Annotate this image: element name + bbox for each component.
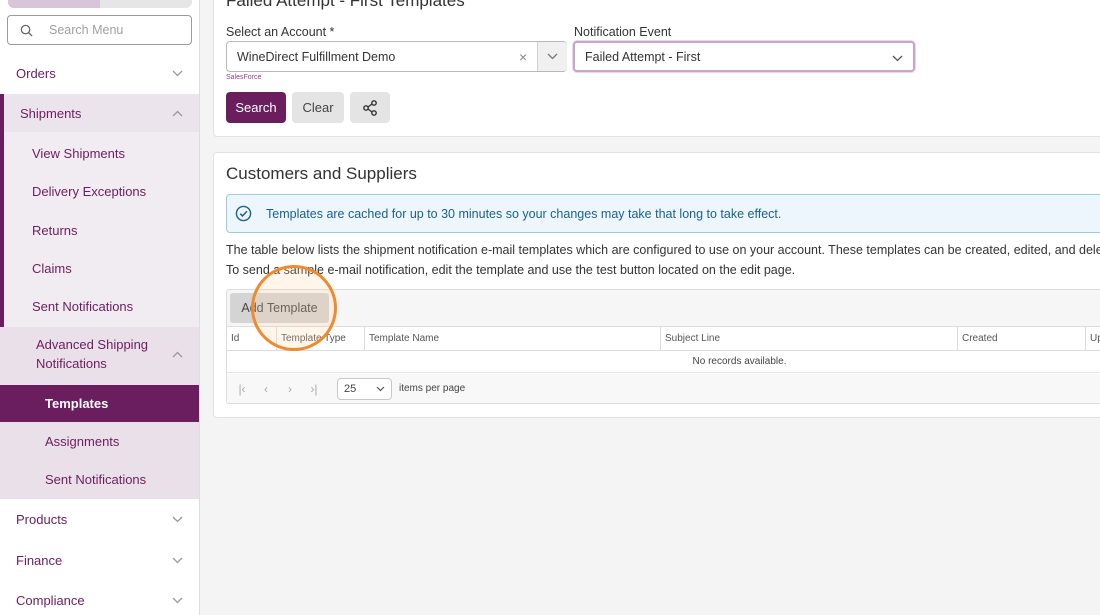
clear-x-icon[interactable]: ×	[519, 42, 527, 71]
section-title: Customers and Suppliers	[226, 164, 417, 183]
chevron-down-icon	[172, 516, 183, 522]
chevron-down-icon	[547, 53, 558, 60]
search-icon	[20, 24, 33, 37]
sidebar-item-label: Returns	[32, 222, 78, 238]
sidebar-tab-active[interactable]	[8, 0, 100, 8]
last-page-icon[interactable]: ›|	[305, 380, 323, 398]
chevron-down-icon	[376, 386, 385, 392]
sidebar-item-assignments[interactable]: Assignments	[0, 422, 199, 460]
column-header[interactable]: Subject Line	[660, 327, 957, 350]
sidebar-item-label: Templates	[45, 396, 109, 411]
sidebar-item-delivery-exceptions[interactable]: Delivery Exceptions	[0, 172, 199, 210]
grid-pager: |‹ ‹ › ›| 25 items per page	[227, 374, 1100, 403]
clear-button[interactable]: Clear	[292, 92, 344, 123]
page-size-value: 25	[344, 383, 357, 395]
account-hint: SalesForce	[226, 74, 262, 81]
asn-label-line1: Advanced Shipping	[36, 337, 149, 352]
sidebar-item-finance[interactable]: Finance	[0, 541, 199, 579]
grid-header: Id Template Type Template Name Subject L…	[227, 327, 1100, 351]
sidebar-item-label: Sent Notifications	[32, 298, 134, 314]
column-header[interactable]: Id	[227, 327, 276, 350]
sidebar-item-label: Finance	[16, 552, 63, 568]
menu-search[interactable]	[7, 15, 192, 45]
sidebar-item-claims[interactable]: Claims	[0, 249, 199, 287]
page-title: Failed Attempt - First Templates	[226, 0, 465, 10]
chevron-up-icon	[172, 351, 183, 357]
event-select[interactable]: Failed Attempt - First	[573, 41, 915, 72]
chevron-up-icon	[172, 110, 183, 116]
sidebar-item-label: Shipments	[20, 105, 82, 121]
column-header[interactable]: Created	[957, 327, 1085, 350]
prev-page-icon[interactable]: ‹	[257, 380, 275, 398]
sidebar-item-shipments[interactable]: Shipments	[4, 94, 199, 132]
column-header[interactable]: Template Name	[364, 327, 660, 350]
chevron-down-icon	[172, 70, 183, 76]
templates-grid: Add Template Id Template Type Template N…	[226, 289, 1100, 404]
sidebar-item-label: Products	[16, 511, 68, 527]
sidebar-item-label: Advanced Shipping Notifications	[36, 335, 148, 373]
alert-text: Templates are cached for up to 30 minute…	[266, 206, 782, 221]
sidebar-tab-switcher[interactable]	[8, 0, 192, 8]
account-select-value: WineDirect Fulfillment Demo	[237, 49, 396, 64]
share-button[interactable]	[350, 92, 390, 123]
chevron-down-icon	[172, 597, 183, 603]
menu-search-input[interactable]	[49, 23, 189, 37]
sidebar-item-label: Assignments	[45, 433, 120, 449]
check-circle-icon	[235, 205, 252, 222]
search-button[interactable]: Search	[226, 92, 286, 123]
account-label: Select an Account *	[226, 25, 335, 39]
no-records-message: No records available.	[227, 351, 1100, 373]
first-page-icon[interactable]: |‹	[233, 380, 251, 398]
asn-label-line2: Notifications	[36, 356, 107, 371]
sidebar-item-orders[interactable]: Orders	[0, 54, 199, 92]
column-header[interactable]: Updated	[1085, 327, 1100, 350]
sidebar-item-view-shipments[interactable]: View Shipments	[0, 134, 199, 172]
description-line-1: The table below lists the shipment notif…	[226, 243, 1100, 257]
sidebar: Orders Shipments View Shipments Delivery…	[0, 0, 200, 615]
share-icon	[363, 99, 377, 116]
sidebar-item-advanced-shipping-notifications[interactable]: Advanced Shipping Notifications	[4, 331, 199, 377]
sidebar-item-compliance[interactable]: Compliance	[0, 581, 199, 615]
sidebar-item-label: Orders	[16, 65, 56, 81]
event-select-value: Failed Attempt - First	[585, 49, 701, 64]
sidebar-item-templates[interactable]: Templates	[0, 385, 199, 422]
sidebar-item-asn-sent-notifications[interactable]: Sent Notifications	[0, 460, 199, 498]
sidebar-item-label: Sent Notifications	[45, 471, 147, 487]
cache-alert: Templates are cached for up to 30 minute…	[226, 194, 1100, 233]
event-label: Notification Event	[574, 25, 672, 39]
sidebar-item-label: Claims	[32, 260, 72, 276]
sidebar-item-returns[interactable]: Returns	[0, 211, 199, 249]
sidebar-item-label: Compliance	[16, 592, 85, 608]
sidebar-item-sent-notifications[interactable]: Sent Notifications	[0, 287, 199, 325]
add-template-button[interactable]: Add Template	[230, 293, 329, 323]
page-size-select[interactable]: 25	[337, 378, 392, 400]
next-page-icon[interactable]: ›	[281, 380, 299, 398]
chevron-down-icon	[172, 557, 183, 563]
account-dropdown-toggle[interactable]	[537, 42, 567, 71]
items-per-page-label: items per page	[399, 383, 466, 394]
sidebar-item-label: Delivery Exceptions	[32, 183, 147, 199]
account-select[interactable]: WineDirect Fulfillment Demo ×	[226, 41, 567, 72]
sidebar-item-products[interactable]: Products	[0, 500, 199, 538]
description-line-2: To send a sample e-mail notification, ed…	[226, 263, 796, 277]
chevron-down-icon	[892, 55, 903, 62]
column-header[interactable]: Template Type	[276, 327, 364, 350]
grid-toolbar: Add Template	[227, 290, 1100, 327]
sidebar-item-label: View Shipments	[32, 145, 125, 161]
